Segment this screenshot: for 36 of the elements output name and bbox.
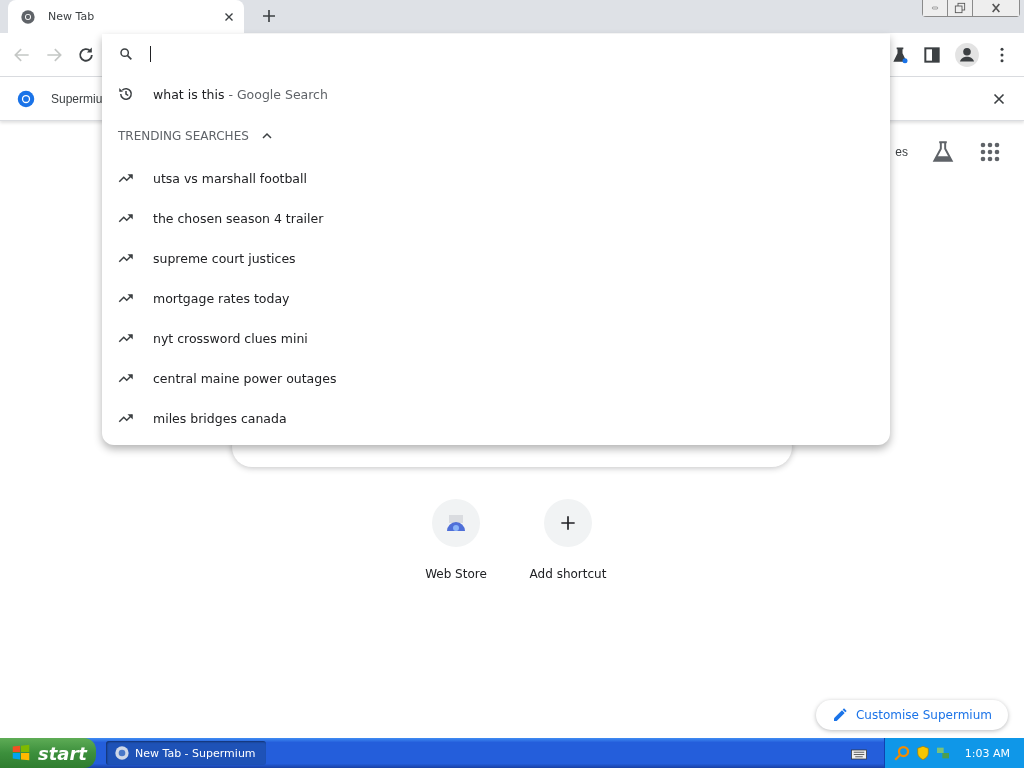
restore-button[interactable]: [947, 0, 972, 16]
suggestion-item[interactable]: utsa vs marshall football: [102, 158, 890, 198]
history-icon: [117, 85, 135, 103]
start-button[interactable]: start: [0, 738, 96, 768]
taskbar-button[interactable]: New Tab - Supermium: [106, 741, 266, 765]
new-tab-icon[interactable]: [260, 7, 278, 25]
images-link[interactable]: es: [895, 145, 908, 159]
apps-grid-icon[interactable]: [978, 140, 1002, 164]
flask-icon[interactable]: [930, 139, 956, 165]
tab-title: New Tab: [48, 10, 96, 23]
suggestion-item[interactable]: the chosen season 4 trailer: [102, 198, 890, 238]
suggestion-text: what is this - Google Search: [153, 86, 328, 102]
suggestion-item[interactable]: central maine power outages: [102, 358, 890, 398]
clock: 1:03 AM: [964, 746, 1010, 760]
restore-icon: [952, 0, 968, 16]
side-panel-icon[interactable]: [922, 44, 942, 65]
browser-logo-icon: [114, 745, 130, 761]
close-button[interactable]: [972, 0, 1019, 16]
search-icon: [118, 46, 134, 62]
profile-avatar-icon[interactable]: [954, 41, 980, 68]
browser-logo-icon: [17, 89, 35, 108]
plus-icon: [558, 513, 578, 533]
suggestion-item[interactable]: miles bridges canada: [102, 398, 890, 438]
info-bar-text: Supermiu: [51, 91, 103, 106]
shortcut-tile[interactable]: Web Store: [412, 499, 500, 581]
browser-logo-icon: [20, 8, 36, 25]
suggestion-item[interactable]: mortgage rates today: [102, 278, 890, 318]
minimize-icon: [929, 5, 941, 11]
suggestion-item[interactable]: what is this - Google Search: [102, 74, 890, 114]
browser-tab[interactable]: New Tab: [8, 0, 244, 33]
shortcut-tile[interactable]: Add shortcut: [524, 499, 612, 581]
suggestion-item[interactable]: supreme court justices: [102, 238, 890, 278]
suggestion-item[interactable]: nyt crossword clues mini: [102, 318, 890, 358]
section-heading: TRENDING SEARCHES: [118, 129, 249, 143]
pencil-icon: [831, 707, 848, 723]
customise-button[interactable]: Customise Supermium: [815, 700, 1008, 730]
